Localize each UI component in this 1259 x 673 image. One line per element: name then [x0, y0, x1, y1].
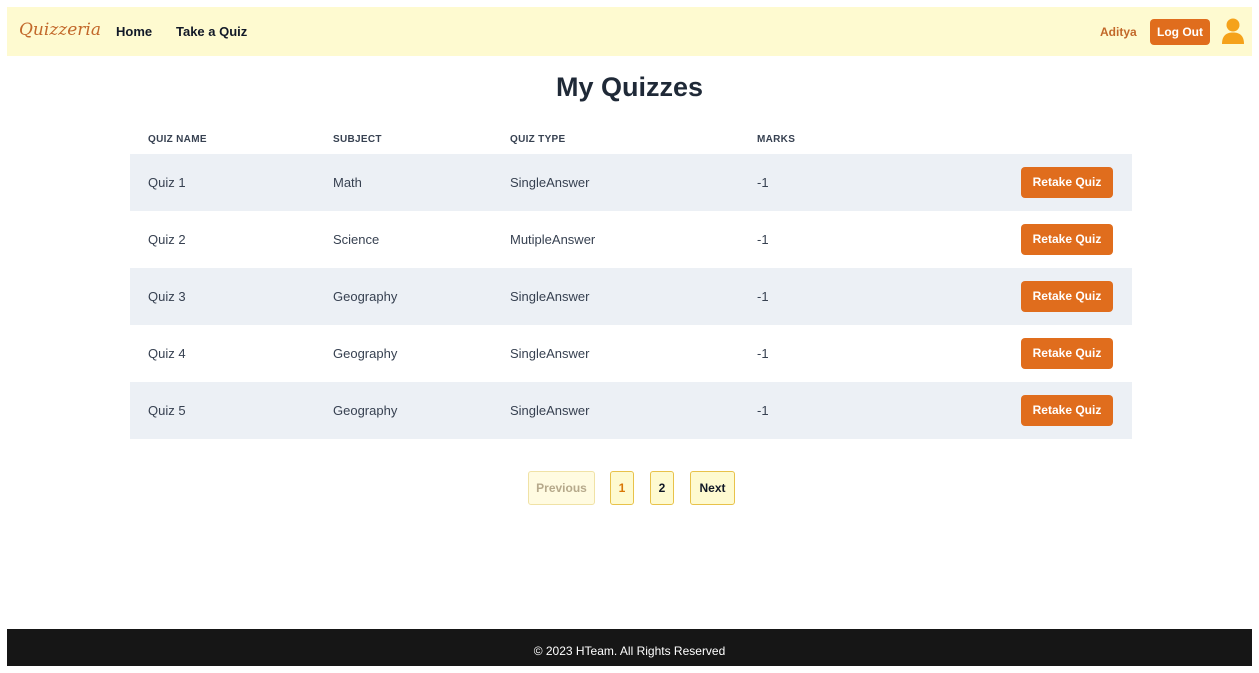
retake-quiz-button[interactable]: Retake Quiz — [1021, 395, 1113, 426]
subject-cell: Geography — [333, 289, 398, 304]
header-marks: MARKS — [757, 134, 796, 145]
quiz-table: QUIZ NAME SUBJECT QUIZ TYPE MARKS Quiz 1… — [130, 125, 1132, 439]
subject-cell: Science — [333, 232, 380, 247]
username-label: Aditya — [1100, 25, 1137, 39]
quiz-type-cell: SingleAnswer — [510, 289, 590, 304]
nav-link-take-a-quiz[interactable]: Take a Quiz — [176, 24, 247, 39]
brand-logo[interactable]: Quizzeria — [19, 20, 101, 40]
subject-cell: Geography — [333, 403, 398, 418]
marks-cell: -1 — [757, 403, 769, 418]
logout-button[interactable]: Log Out — [1150, 19, 1210, 45]
quiz-type-cell: SingleAnswer — [510, 403, 590, 418]
subject-cell: Math — [333, 175, 362, 190]
pagination-next-button[interactable]: Next — [690, 471, 735, 505]
pagination-page-1[interactable]: 1 — [610, 471, 634, 505]
quiz-name-cell: Quiz 3 — [148, 289, 186, 304]
pagination-previous-button[interactable]: Previous — [528, 471, 595, 505]
retake-quiz-button[interactable]: Retake Quiz — [1021, 281, 1113, 312]
table-row: Quiz 5 Geography SingleAnswer -1 Retake … — [130, 382, 1132, 439]
pagination-page-2[interactable]: 2 — [650, 471, 674, 505]
quiz-name-cell: Quiz 2 — [148, 232, 186, 247]
page-title: My Quizzes — [555, 72, 704, 102]
footer: © 2023 HTeam. All Rights Reserved — [7, 629, 1252, 666]
header-quiz-type: QUIZ TYPE — [510, 134, 566, 145]
table-header: QUIZ NAME SUBJECT QUIZ TYPE MARKS — [130, 125, 1132, 154]
retake-quiz-button[interactable]: Retake Quiz — [1021, 167, 1113, 198]
retake-quiz-button[interactable]: Retake Quiz — [1021, 338, 1113, 369]
marks-cell: -1 — [757, 175, 769, 190]
nav-link-home[interactable]: Home — [116, 24, 152, 39]
table-row: Quiz 1 Math SingleAnswer -1 Retake Quiz — [130, 154, 1132, 211]
table-row: Quiz 2 Science MutipleAnswer -1 Retake Q… — [130, 211, 1132, 268]
quiz-type-cell: SingleAnswer — [510, 346, 590, 361]
user-icon[interactable] — [1221, 17, 1245, 45]
quiz-name-cell: Quiz 4 — [148, 346, 186, 361]
retake-quiz-button[interactable]: Retake Quiz — [1021, 224, 1113, 255]
header-subject: SUBJECT — [333, 134, 382, 145]
marks-cell: -1 — [757, 232, 769, 247]
header-quiz-name: QUIZ NAME — [148, 134, 207, 145]
table-row: Quiz 4 Geography SingleAnswer -1 Retake … — [130, 325, 1132, 382]
subject-cell: Geography — [333, 346, 398, 361]
quiz-type-cell: SingleAnswer — [510, 175, 590, 190]
marks-cell: -1 — [757, 346, 769, 361]
quiz-name-cell: Quiz 1 — [148, 175, 186, 190]
footer-copyright: © 2023 HTeam. All Rights Reserved — [533, 644, 726, 658]
marks-cell: -1 — [757, 289, 769, 304]
table-row: Quiz 3 Geography SingleAnswer -1 Retake … — [130, 268, 1132, 325]
quiz-name-cell: Quiz 5 — [148, 403, 186, 418]
navbar: Quizzeria Home Take a Quiz Aditya Log Ou… — [7, 7, 1252, 56]
quiz-type-cell: MutipleAnswer — [510, 232, 596, 247]
